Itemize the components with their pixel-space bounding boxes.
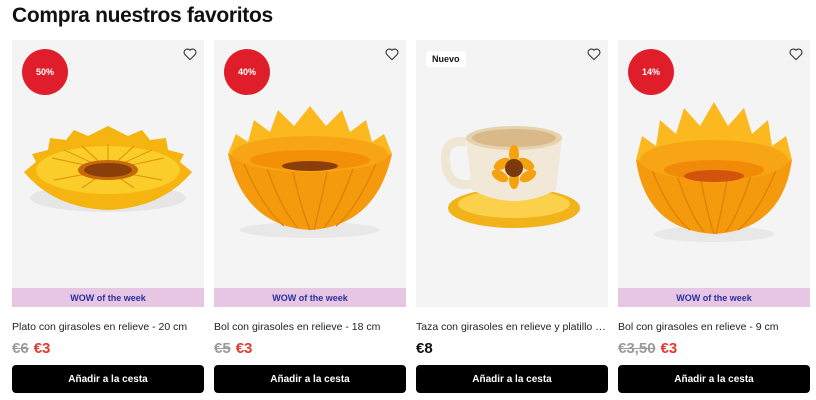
product-image-area[interactable]: 40% WOW of the week (214, 40, 406, 307)
add-to-cart-button[interactable]: Añadir a la cesta (416, 365, 608, 393)
sale-price: €3 (660, 340, 678, 357)
section-title: Compra nuestros favoritos (12, 4, 273, 27)
price-row: €6 €3 (12, 340, 50, 360)
discount-badge: 50% (22, 49, 68, 95)
product-image (24, 126, 192, 212)
wow-of-the-week-band: WOW of the week (618, 288, 810, 307)
price-row: €8 (416, 340, 433, 360)
product-image (636, 102, 792, 242)
product-grid: 50% WOW of the week Plato con girasoles … (12, 40, 812, 400)
price: €8 (416, 340, 433, 357)
discount-badge: 40% (224, 49, 270, 95)
product-image-area[interactable]: 50% WOW of the week (12, 40, 204, 307)
heart-outline-icon[interactable] (384, 46, 400, 62)
heart-outline-icon[interactable] (788, 46, 804, 62)
product-image-area[interactable]: Nuevo (416, 40, 608, 307)
product-image (228, 106, 392, 238)
product-title[interactable]: Bol con girasoles en relieve - 18 cm (214, 321, 406, 333)
discount-badge: 14% (628, 49, 674, 95)
wow-of-the-week-band: WOW of the week (12, 288, 204, 307)
add-to-cart-button[interactable]: Añadir a la cesta (214, 365, 406, 393)
product-card[interactable]: Nuevo Taza con girasoles en relieve y pl… (416, 40, 608, 396)
product-card[interactable]: 40% WOW of the week Bol con girasoles en… (214, 40, 406, 396)
product-image-area[interactable]: 14% WOW of the week (618, 40, 810, 307)
heart-outline-icon[interactable] (586, 46, 602, 62)
sale-price: €3 (235, 340, 253, 357)
product-card[interactable]: 14% WOW of the week Bol con girasoles en… (618, 40, 810, 396)
sale-price: €3 (33, 340, 51, 357)
original-price: €5 (214, 340, 231, 357)
add-to-cart-button[interactable]: Añadir a la cesta (12, 365, 204, 393)
product-image (440, 126, 580, 228)
heart-outline-icon[interactable] (182, 46, 198, 62)
new-badge: Nuevo (426, 51, 466, 67)
product-title[interactable]: Taza con girasoles en relieve y platillo… (416, 321, 608, 333)
price-row: €3,50 €3 (618, 340, 677, 360)
price-row: €5 €3 (214, 340, 252, 360)
product-title[interactable]: Plato con girasoles en relieve - 20 cm (12, 321, 204, 333)
original-price: €6 (12, 340, 29, 357)
product-title[interactable]: Bol con girasoles en relieve - 9 cm (618, 321, 810, 333)
wow-of-the-week-band: WOW of the week (214, 288, 406, 307)
add-to-cart-button[interactable]: Añadir a la cesta (618, 365, 810, 393)
original-price: €3,50 (618, 340, 656, 357)
product-card[interactable]: 50% WOW of the week Plato con girasoles … (12, 40, 204, 396)
